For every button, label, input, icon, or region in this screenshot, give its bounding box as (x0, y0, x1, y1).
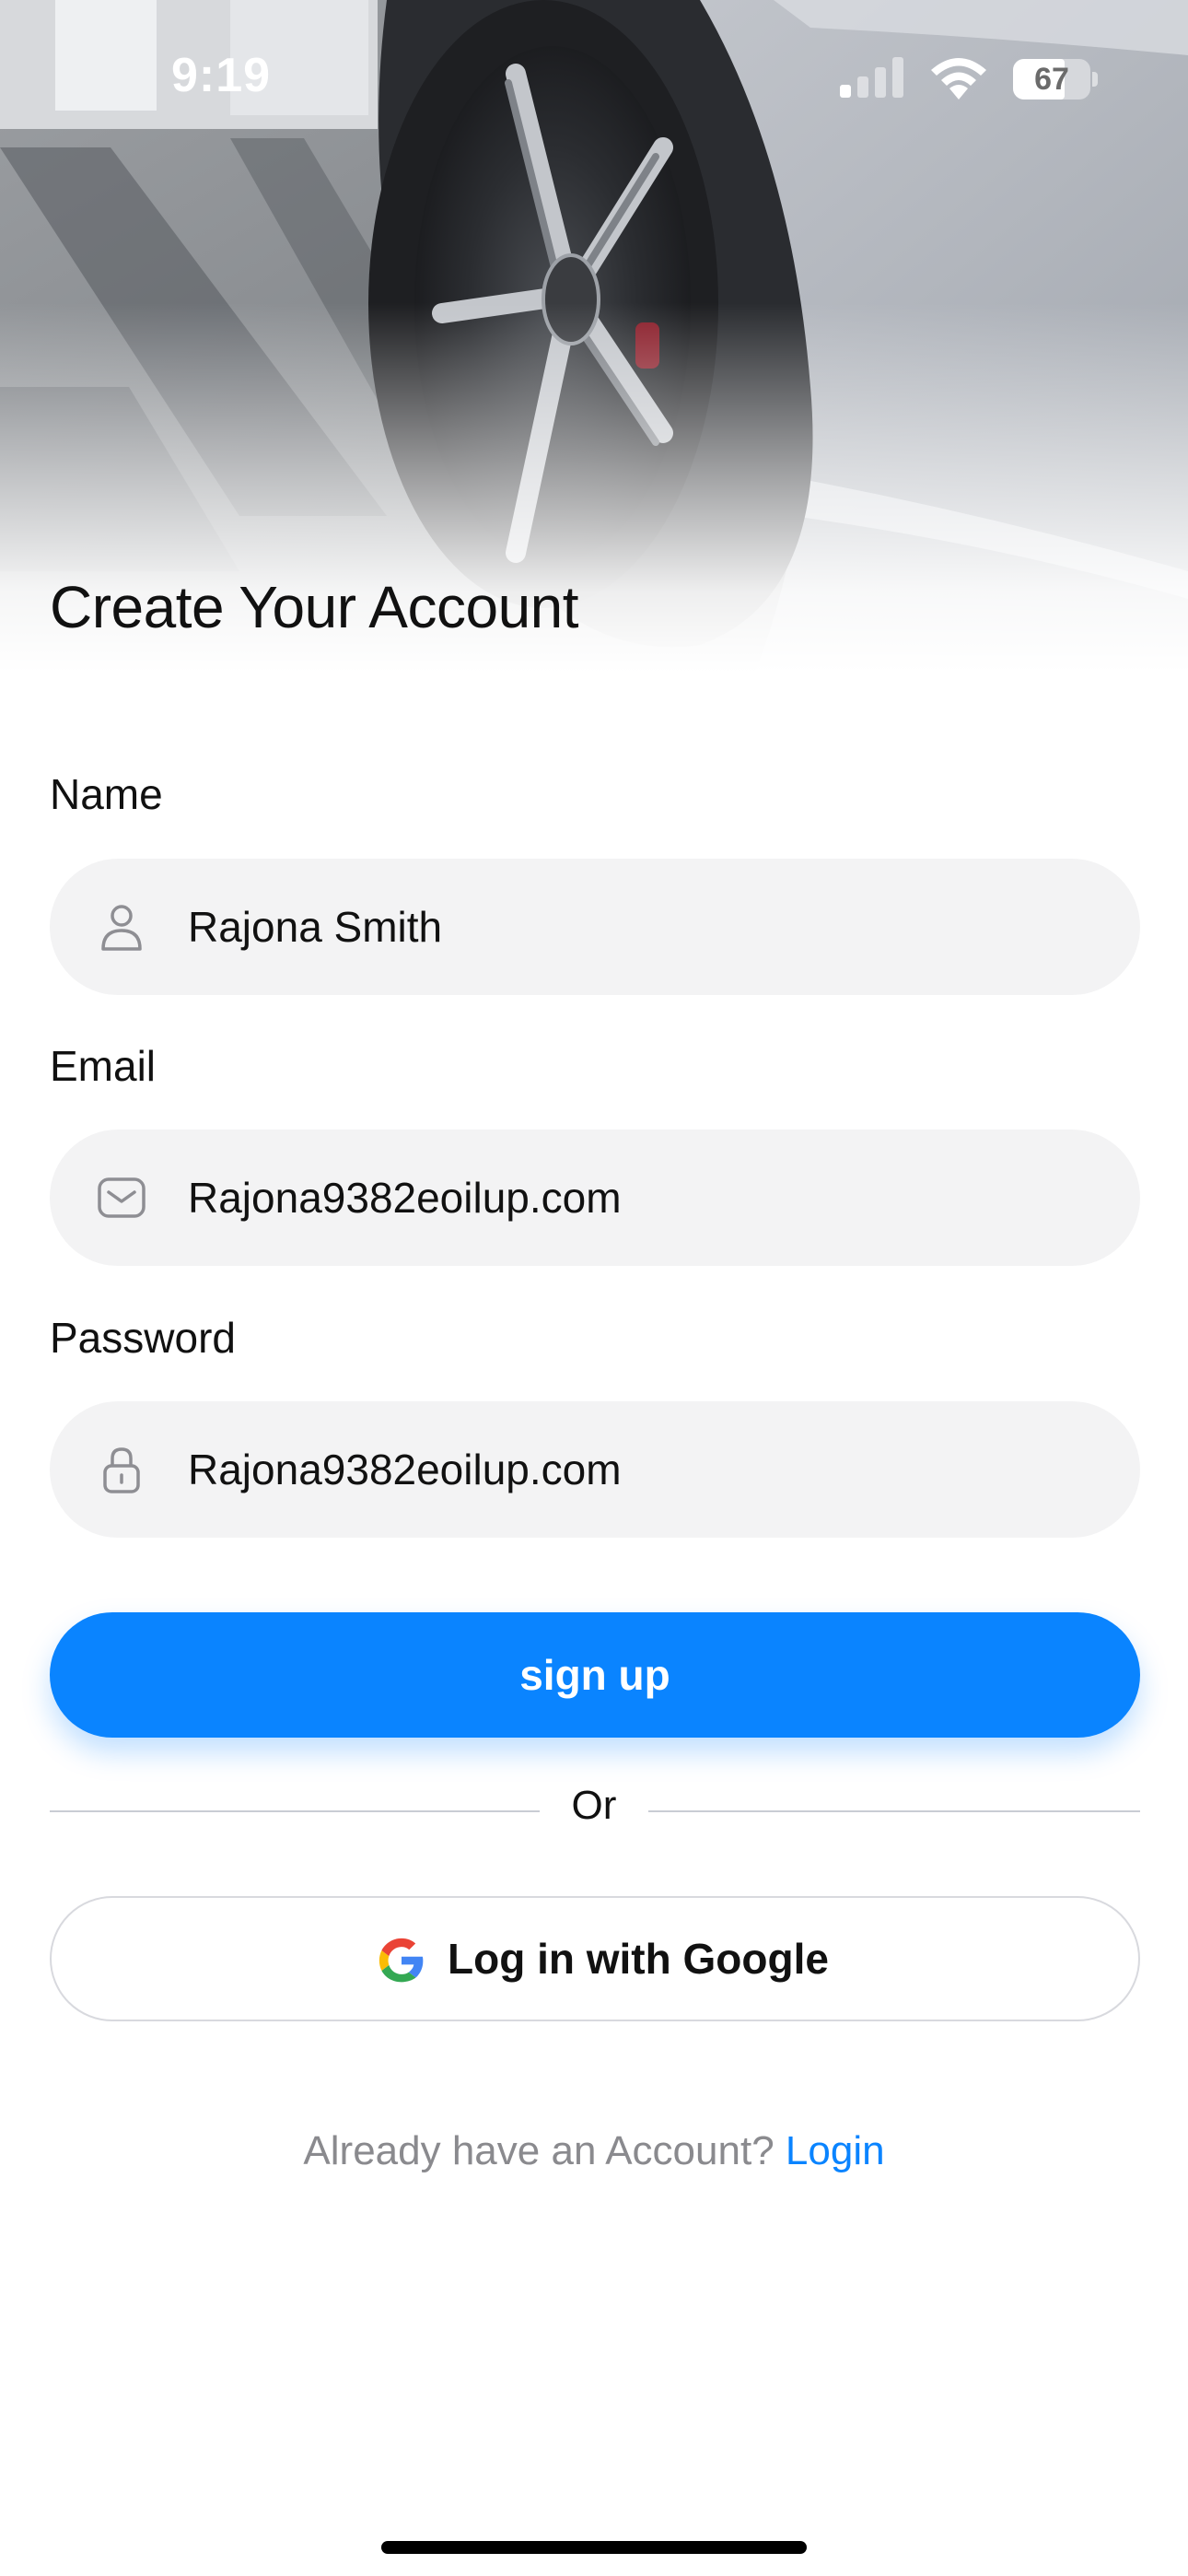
status-time: 9:19 (171, 49, 272, 102)
status-icons: 67 (840, 57, 1098, 103)
divider-or: Or (571, 1783, 617, 1828)
login-prompt-text: Already have an Account? (303, 2128, 775, 2173)
signup-button[interactable]: sign up (50, 1612, 1140, 1738)
divider-line-right (648, 1810, 1140, 1812)
name-value: Rajona Smith (188, 903, 443, 951)
password-value: Rajona9382eoilup.com (188, 1446, 622, 1493)
email-value: Rajona9382eoilup.com (188, 1174, 622, 1222)
user-icon (101, 905, 142, 951)
google-login-button[interactable]: Log in with Google (50, 1896, 1140, 2021)
battery-percent: 67 (1034, 62, 1069, 97)
email-label: Email (50, 1042, 157, 1090)
password-field[interactable]: Rajona9382eoilup.com (50, 1401, 1140, 1538)
lock-icon (103, 1447, 140, 1493)
home-indicator[interactable] (381, 2541, 807, 2554)
google-login-label: Log in with Google (448, 1935, 829, 1983)
wifi-icon (931, 58, 986, 100)
signal-icon (840, 57, 903, 98)
divider-line-left (50, 1810, 540, 1812)
battery-icon: 67 (1013, 59, 1098, 100)
battery-cap (1092, 72, 1098, 87)
password-label: Password (50, 1314, 236, 1362)
mail-icon (98, 1177, 146, 1218)
email-field[interactable]: Rajona9382eoilup.com (50, 1130, 1140, 1266)
google-icon (379, 1938, 424, 1983)
login-prompt: Already have an Account? Login (0, 2128, 1188, 2174)
login-link[interactable]: Login (786, 2128, 885, 2173)
name-label: Name (50, 770, 163, 818)
name-field[interactable]: Rajona Smith (50, 859, 1140, 995)
page-title: Create Your Account (50, 574, 579, 640)
signup-screen: 9:19 67 Create Your Account Name Rajona … (0, 0, 1188, 2576)
